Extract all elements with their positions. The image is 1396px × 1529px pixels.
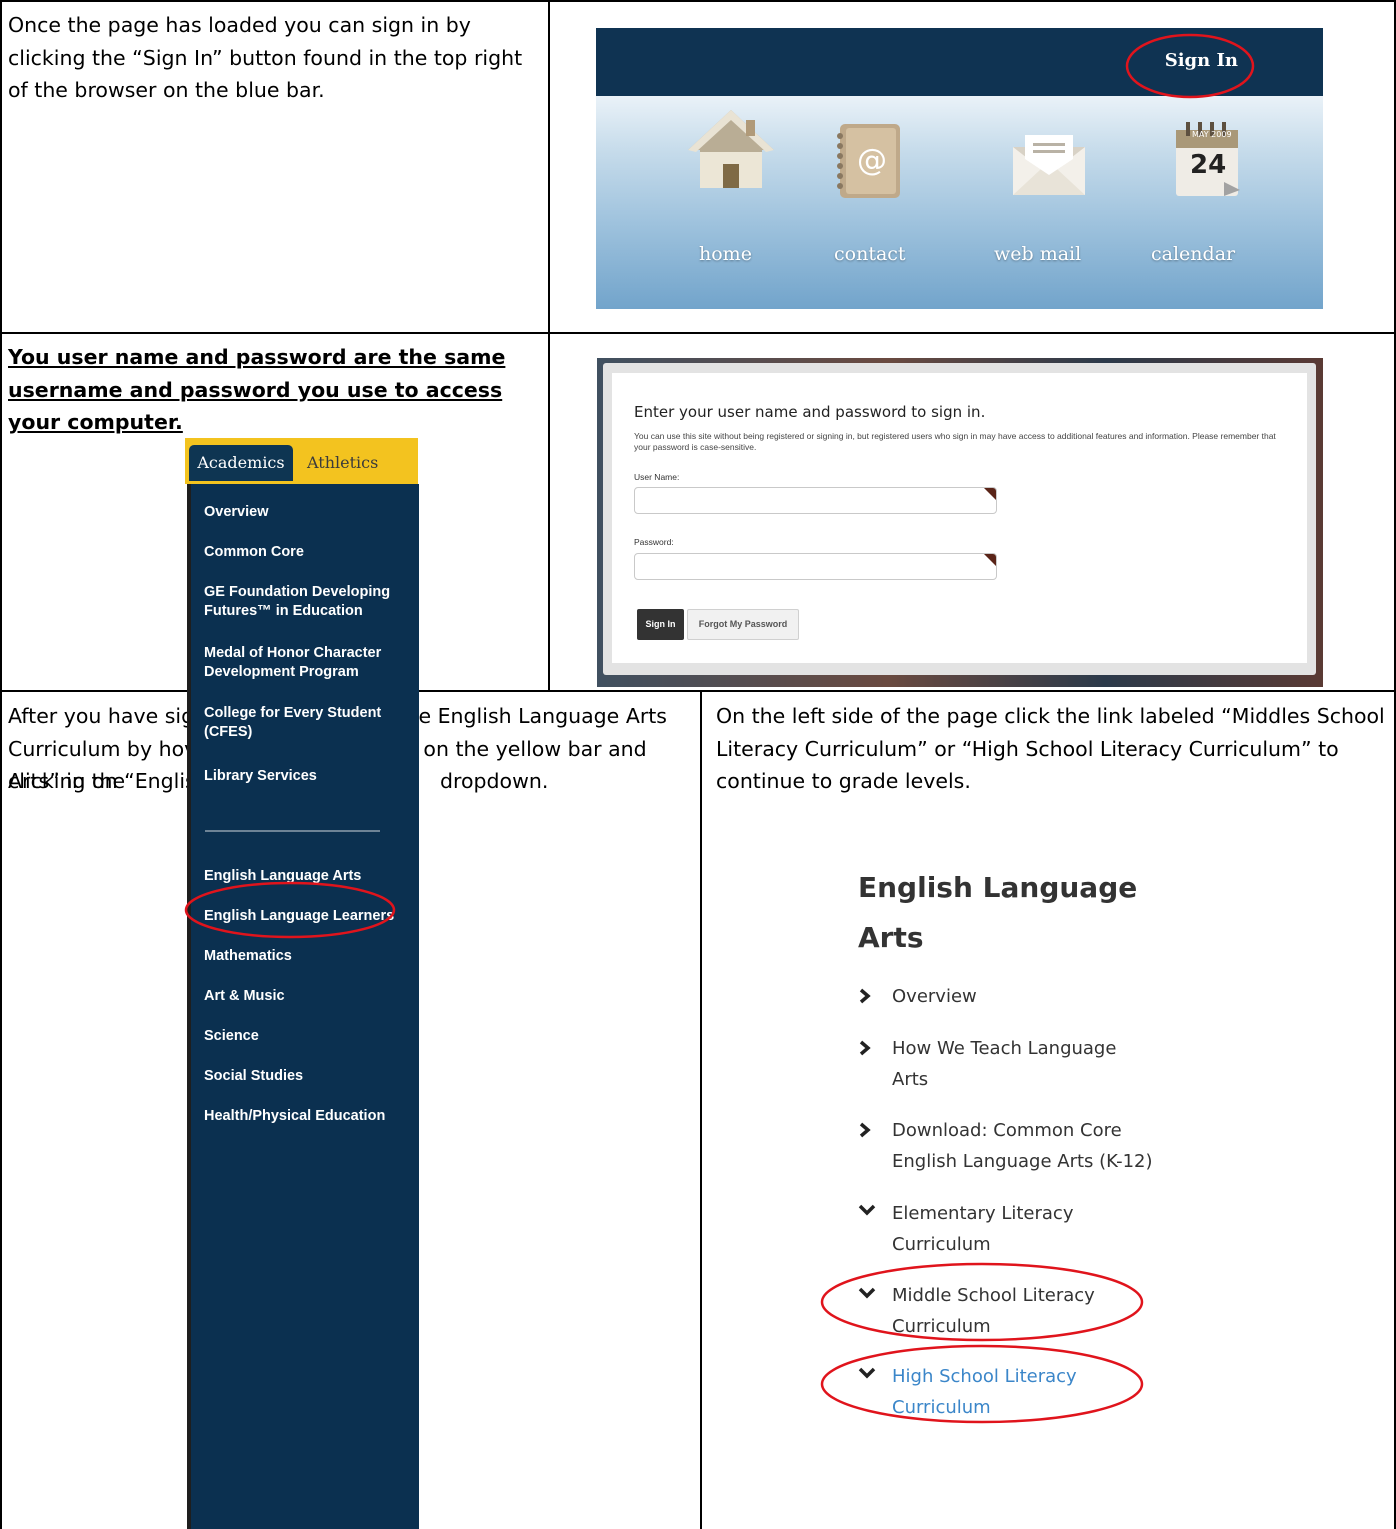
- tab-athletics[interactable]: Athletics: [307, 445, 378, 481]
- menu-item-ge-foundation[interactable]: GE Foundation Developing Futures™ in Edu…: [204, 583, 414, 621]
- menu-item-medal-of-honor[interactable]: Medal of Honor Character Development Pro…: [204, 644, 414, 682]
- menu-item-mathematics[interactable]: Mathematics: [204, 947, 414, 966]
- nav-item-high-school-literacy-line2[interactable]: Curriculum: [892, 1392, 991, 1423]
- chevron-down-icon: [858, 1204, 876, 1216]
- tab-academics[interactable]: Academics: [189, 445, 293, 481]
- screenshot-sign-in-form: Enter your user name and password to sig…: [597, 358, 1323, 687]
- forgot-password-button[interactable]: Forgot My Password: [687, 609, 799, 640]
- icon-label-home[interactable]: home: [699, 243, 752, 265]
- nav-item-download-common-core[interactable]: Download: Common Core: [892, 1115, 1122, 1146]
- row3-left-instruction-prefix: Arts” in the: [8, 769, 126, 793]
- menu-item-english-language-learners[interactable]: English Language Learners: [204, 907, 414, 926]
- menu-item-english-language-arts[interactable]: English Language Arts: [204, 867, 414, 886]
- nav-item-how-we-teach[interactable]: How We Teach Language: [892, 1033, 1116, 1064]
- icon-label-contact[interactable]: contact: [834, 243, 906, 265]
- icon-label-calendar[interactable]: calendar: [1151, 243, 1235, 265]
- table-border-top: [0, 0, 1396, 2]
- chevron-right-icon: [859, 1040, 871, 1056]
- table-col-divider-bottom: [700, 690, 702, 1529]
- row3-right-instruction: On the left side of the page click the l…: [716, 704, 1385, 793]
- icon-label-web-mail[interactable]: web mail: [994, 243, 1081, 265]
- sign-in-link[interactable]: Sign In: [1165, 50, 1238, 71]
- calendar-day-label: 24: [1190, 150, 1227, 180]
- required-marker-icon: [984, 488, 996, 500]
- password-label: Password:: [634, 537, 674, 547]
- sign-in-title: Enter your user name and password to sig…: [634, 403, 986, 421]
- sign-in-description: You can use this site without being regi…: [634, 431, 1276, 452]
- chevron-right-icon: [859, 988, 871, 1004]
- table-divider-row1: [0, 332, 1396, 334]
- chevron-down-icon: [858, 1032, 859, 1033]
- screenshot-sign-in-bar: Sign In @ MAY 2009 24 home contact web m…: [596, 28, 1323, 309]
- chevron-right-icon: [859, 1122, 871, 1138]
- row2-instruction: You user name and password are the same …: [8, 345, 506, 434]
- menu-item-cfes[interactable]: College for Every Student (CFES): [204, 704, 394, 742]
- menu-item-common-core[interactable]: Common Core: [204, 543, 414, 562]
- menu-item-health-physical-education[interactable]: Health/Physical Education: [204, 1107, 414, 1126]
- ela-heading-line2: Arts: [858, 921, 924, 954]
- top-nav-bar: Sign In: [596, 28, 1323, 96]
- chevron-down-icon: [858, 1367, 876, 1379]
- nav-item-elementary-literacy[interactable]: Elementary Literacy: [892, 1198, 1073, 1229]
- nav-item-overview[interactable]: Overview: [892, 981, 977, 1012]
- nav-item-high-school-literacy[interactable]: High School Literacy: [892, 1361, 1077, 1392]
- nav-item-middle-school-literacy-line2[interactable]: Curriculum: [892, 1311, 991, 1342]
- envelope-icon[interactable]: [1011, 131, 1087, 197]
- password-field[interactable]: [634, 553, 997, 580]
- menu-item-art-music[interactable]: Art & Music: [204, 987, 414, 1006]
- nav-item-elementary-literacy-line2[interactable]: Curriculum: [892, 1229, 991, 1260]
- house-icon[interactable]: [686, 106, 776, 191]
- dropdown-left-border: [187, 484, 191, 1529]
- menu-item-overview[interactable]: Overview: [204, 503, 414, 522]
- svg-text:@: @: [857, 143, 887, 178]
- address-book-icon[interactable]: @: [834, 122, 904, 202]
- row1-instruction: Once the page has loaded you can sign in…: [8, 13, 523, 102]
- username-field[interactable]: [634, 487, 997, 514]
- icon-panel: @ MAY 2009 24 home contact web mail cale…: [596, 96, 1323, 309]
- sign-in-dialog-body: Enter your user name and password to sig…: [612, 373, 1307, 663]
- username-label: User Name:: [634, 472, 680, 482]
- academics-dropdown-menu: Overview Common Core GE Foundation Devel…: [187, 484, 419, 1529]
- nav-item-middle-school-literacy[interactable]: Middle School Literacy: [892, 1280, 1095, 1311]
- sign-in-button[interactable]: Sign In: [637, 609, 684, 640]
- nav-item-how-we-teach-line2[interactable]: Arts: [892, 1064, 928, 1095]
- table-col-divider-top: [548, 0, 550, 691]
- nav-item-download-common-core-line2[interactable]: English Language Arts (K-12): [892, 1146, 1153, 1177]
- menu-item-science[interactable]: Science: [204, 1027, 414, 1046]
- row3-left-instruction-suffix: dropdown.: [440, 769, 549, 793]
- menu-divider: [205, 830, 380, 832]
- menu-item-library-services[interactable]: Library Services: [204, 767, 414, 786]
- table-border-left: [0, 0, 2, 1529]
- calendar-month-label: MAY 2009: [1192, 130, 1232, 139]
- sign-in-dialog: Enter your user name and password to sig…: [603, 363, 1316, 675]
- ela-heading-line1: English Language: [858, 871, 1138, 904]
- required-marker-icon: [984, 554, 996, 566]
- academics-tab-bar: Academics Athletics: [185, 438, 418, 484]
- chevron-down-icon: [858, 1287, 876, 1299]
- menu-item-social-studies[interactable]: Social Studies: [204, 1067, 414, 1086]
